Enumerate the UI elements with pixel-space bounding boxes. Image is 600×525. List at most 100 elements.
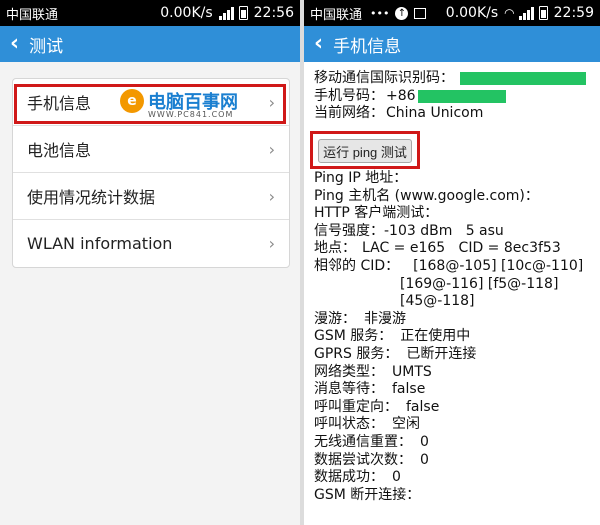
phone-info-top: 移动通信国际识别码： 手机号码： +86 当前网络： China Unicom — [314, 70, 596, 123]
info-value: [45@-118] — [400, 293, 475, 310]
action-bar: ‹ 手机信息 — [304, 26, 600, 62]
menu-item-label: 电池信息 — [27, 141, 92, 160]
info-row: 呼叫重定向： false — [314, 399, 596, 417]
watermark-logo: e 电脑百事网 WWW.PC841.COM — [120, 88, 238, 119]
info-value: UMTS — [392, 363, 432, 380]
carrier-label: 中国联通 — [6, 7, 59, 23]
info-label: 呼叫重定向： — [314, 398, 398, 415]
info-row: 数据成功： 0 — [314, 469, 596, 487]
info-row: Ping IP 地址： — [314, 170, 596, 188]
info-label: 手机号码： — [314, 87, 384, 104]
info-label: 当前网络： — [314, 105, 384, 122]
chevron-right-icon: › — [268, 139, 275, 159]
info-value: China Unicom — [386, 105, 484, 122]
info-row: 漫游： 非漫游 — [314, 311, 596, 329]
info-value: 0 — [420, 433, 429, 450]
info-value: [168@-105] [10c@-110] — [413, 257, 584, 274]
notification-icons: ••• ↑ — [370, 6, 427, 20]
chevron-right-icon: › — [268, 186, 275, 206]
menu-item-battery-info[interactable]: 电池信息 › — [13, 126, 289, 173]
info-value: 0 — [420, 451, 429, 468]
info-value: LAC = e165 CID = 8ec3f53 — [362, 240, 561, 257]
status-bar: 中国联通 ••• ↑ 0.00K/s ◠ 22:59 — [304, 0, 600, 26]
menu-item-label: 使用情况统计数据 — [27, 188, 156, 207]
info-label: GPRS 服务： — [314, 345, 399, 362]
info-row: 呼叫状态： 空闲 — [314, 416, 596, 434]
image-icon — [414, 7, 427, 19]
info-label: GSM 服务： — [314, 328, 393, 345]
info-row-neighbor-cid: 相邻的 CID： [168@-105] [10c@-110] — [314, 258, 596, 276]
info-row-network: 当前网络： China Unicom — [314, 105, 596, 123]
info-label: 信号强度： — [314, 222, 384, 239]
redaction-bar — [417, 89, 506, 103]
info-value: [169@-116] [f5@-118] — [400, 275, 559, 292]
info-value: 0 — [392, 469, 401, 486]
info-row-location: 地点： LAC = e165 CID = 8ec3f53 — [314, 240, 596, 258]
info-value: +86 — [386, 87, 416, 104]
info-row: GSM 断开连接： — [314, 487, 596, 505]
network-speed: 0.00K/s — [445, 5, 499, 21]
action-bar: ‹ 测试 — [0, 26, 300, 62]
info-label: 漫游： — [314, 310, 356, 327]
info-row-imei: 移动通信国际识别码： — [314, 70, 596, 88]
info-row: GSM 服务： 正在使用中 — [314, 328, 596, 346]
info-value: false — [406, 398, 440, 415]
info-label: Ping IP 地址： — [314, 170, 408, 186]
info-value: 非漫游 — [364, 310, 406, 327]
info-label: 地点： — [314, 240, 356, 257]
info-label: 数据尝试次数： — [314, 451, 412, 468]
info-row: 消息等待： false — [314, 381, 596, 399]
info-row-signal: 信号强度： -103 dBm 5 asu — [314, 223, 596, 241]
wifi-icon: ◠ — [504, 6, 515, 20]
battery-icon — [538, 6, 548, 20]
phone-info-details: Ping IP 地址： Ping 主机名 (www.google.com)： H… — [314, 170, 596, 504]
info-label: 消息等待： — [314, 381, 384, 398]
info-value: 正在使用中 — [400, 328, 471, 345]
page-title: 测试 — [29, 36, 64, 57]
info-label: GSM 断开连接： — [314, 486, 421, 503]
info-row: 无线通信重置： 0 — [314, 434, 596, 452]
info-label: 移动通信国际识别码： — [314, 70, 454, 86]
chevron-right-icon: › — [268, 234, 275, 253]
menu-item-usage-stats[interactable]: 使用情况统计数据 › — [13, 173, 289, 220]
info-label: 数据成功： — [314, 469, 384, 486]
more-dots-icon: ••• — [370, 6, 390, 20]
info-row-phone-number: 手机号码： +86 — [314, 88, 596, 106]
left-screen: 中国联通 0.00K/s 22:56 ‹ 测试 手机信息 › 电池信息 › 使用… — [0, 0, 300, 525]
info-row: 数据尝试次数： 0 — [314, 452, 596, 470]
signal-icon — [518, 6, 534, 20]
info-row: GPRS 服务： 已断开连接 — [314, 346, 596, 364]
info-label: 呼叫状态： — [314, 416, 384, 433]
info-row: 网络类型： UMTS — [314, 364, 596, 382]
info-label: 无线通信重置： — [314, 433, 412, 450]
redaction-bar — [460, 72, 586, 85]
info-value: 已断开连接 — [406, 345, 477, 362]
run-ping-test-button[interactable]: 运行 ping 测试 — [318, 139, 412, 163]
carrier-label: 中国联通 — [310, 7, 363, 23]
watermark-url: WWW.PC841.COM — [148, 110, 234, 119]
right-screen: 中国联通 ••• ↑ 0.00K/s ◠ 22:59 ‹ 手机信息 移动通信国际… — [304, 0, 600, 525]
info-row-neighbor-cid-cont: [45@-118] — [314, 293, 596, 311]
info-label: HTTP 客户端测试： — [314, 205, 439, 222]
highlight-box: 运行 ping 测试 — [310, 131, 420, 169]
info-label: 相邻的 CID： — [314, 257, 400, 274]
info-value: -103 dBm 5 asu — [384, 222, 504, 239]
info-label: 网络类型： — [314, 363, 384, 380]
info-row: HTTP 客户端测试： — [314, 205, 596, 223]
info-value: false — [392, 381, 426, 398]
info-value: 空闲 — [392, 416, 420, 433]
info-row-neighbor-cid-cont: [169@-116] [f5@-118] — [314, 276, 596, 294]
network-speed: 0.00K/s — [160, 5, 213, 21]
menu-item-label: WLAN information — [27, 234, 173, 253]
back-arrow-icon[interactable]: ‹ — [314, 33, 323, 55]
info-label: Ping 主机名 (www.google.com)： — [314, 187, 539, 204]
info-row: Ping 主机名 (www.google.com)： — [314, 188, 596, 206]
back-arrow-icon[interactable]: ‹ — [10, 33, 19, 55]
clock: 22:59 — [553, 5, 594, 21]
battery-icon — [238, 6, 248, 20]
menu-item-wlan-info[interactable]: WLAN information › — [13, 220, 289, 267]
signal-icon — [218, 6, 234, 20]
page-title: 手机信息 — [333, 36, 402, 57]
clock: 22:56 — [253, 5, 294, 21]
watermark-e-icon: e — [120, 89, 144, 113]
